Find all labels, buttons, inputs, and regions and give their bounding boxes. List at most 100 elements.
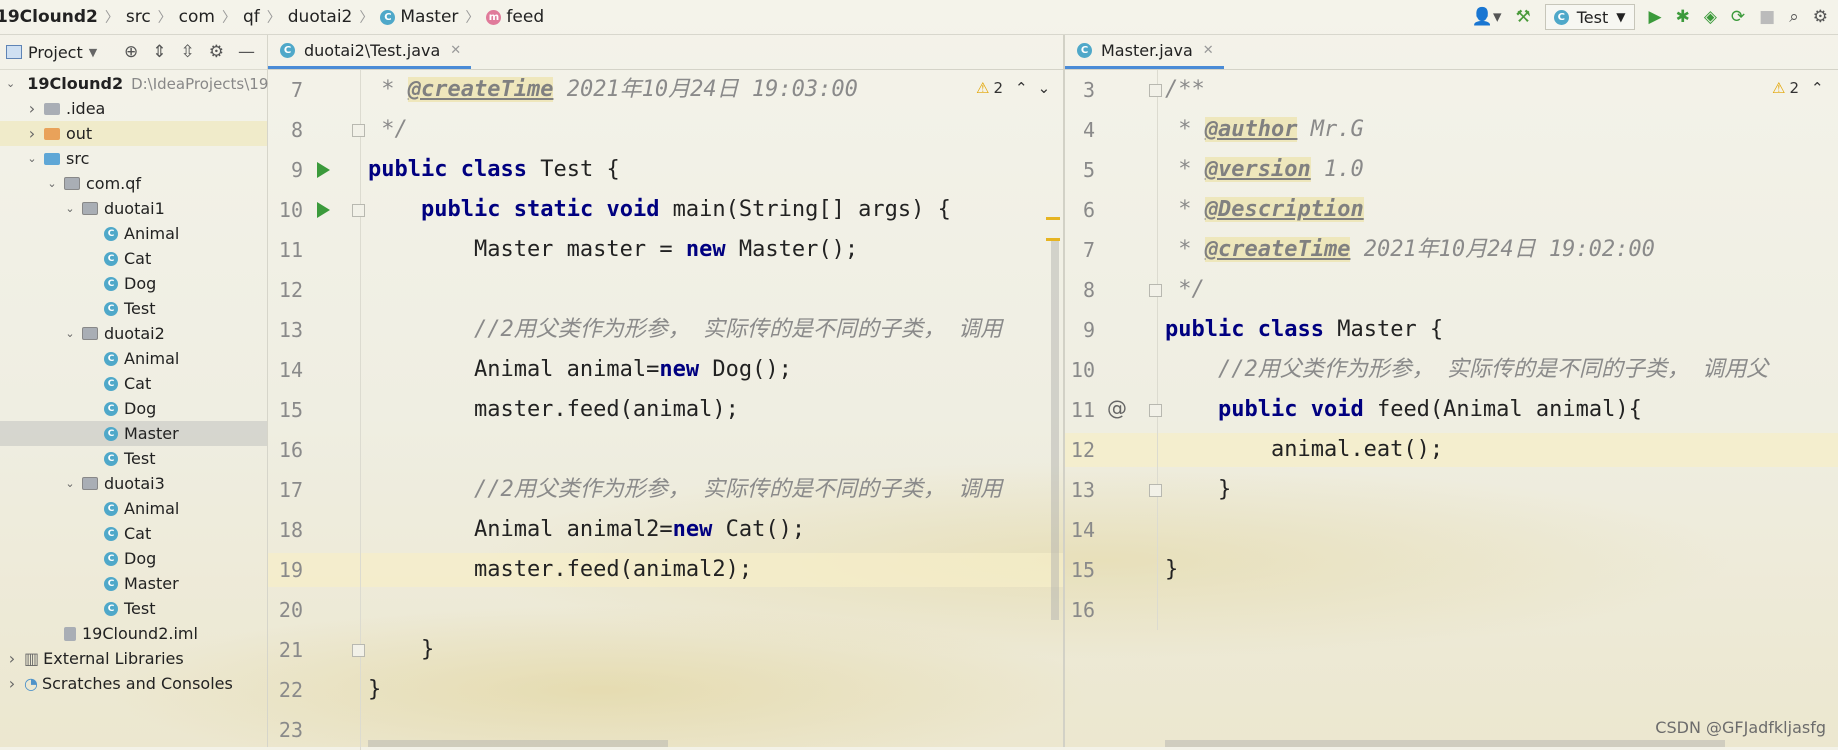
code-line[interactable]: Master master = new Master();	[368, 230, 1063, 270]
settings-icon[interactable]: ⚙	[1813, 7, 1828, 27]
tree-node[interactable]: C Animal	[0, 496, 267, 521]
fold-marker-icon[interactable]	[1149, 84, 1162, 97]
code-line[interactable]: * @createTime 2021年10月24日 19:02:00	[1165, 230, 1838, 270]
code-line[interactable]: /**	[1165, 70, 1838, 110]
chevron-right-icon[interactable]: ›	[6, 649, 18, 668]
code-line[interactable]	[368, 270, 1063, 310]
code-line[interactable]: * @Description	[1165, 190, 1838, 230]
tree-node[interactable]: C Cat	[0, 246, 267, 271]
project-panel-title[interactable]: Project	[28, 43, 83, 62]
run-gutter-icon[interactable]	[317, 162, 330, 178]
editor-tab-master[interactable]: C Master.java ✕	[1065, 35, 1224, 69]
coverage-icon[interactable]: ◈	[1704, 7, 1717, 27]
code-line[interactable]: master.feed(animal);	[368, 390, 1063, 430]
chevron-right-icon[interactable]: ›	[26, 99, 38, 118]
vertical-scrollbar[interactable]	[1051, 240, 1059, 620]
code-line[interactable]	[1165, 590, 1838, 630]
run-configuration-select[interactable]: C Test ▼	[1544, 4, 1635, 30]
tree-node[interactable]: C Test	[0, 296, 267, 321]
tree-node[interactable]: ⌄ 19Clound2 D:\IdeaProjects\19	[0, 71, 268, 96]
tree-node[interactable]: ⌄ duotai3	[0, 471, 267, 496]
code-line[interactable]: animal.eat();	[1165, 430, 1838, 470]
code-line[interactable]: Animal animal2=new Cat();	[368, 510, 1063, 550]
tree-node[interactable]: › ▥ External Libraries	[0, 646, 267, 671]
error-stripe-marker[interactable]	[1046, 238, 1060, 241]
chevron-down-icon[interactable]: ⌄	[6, 77, 15, 90]
tree-node[interactable]: C Animal	[0, 346, 267, 371]
chevron-down-icon[interactable]: ▼	[89, 46, 97, 59]
fold-marker-icon[interactable]	[352, 124, 365, 137]
code-line[interactable]: public class Master {	[1165, 310, 1838, 350]
code-line[interactable]: public void feed(Animal animal){	[1165, 390, 1838, 430]
code-line[interactable]: */	[368, 110, 1063, 150]
error-stripe-marker[interactable]	[1046, 217, 1060, 220]
code-line[interactable]	[368, 590, 1063, 630]
code-line[interactable]: //2用父类作为形参， 实际传的是不同的子类， 调用父	[1165, 350, 1838, 390]
code-line[interactable]: }	[368, 630, 1063, 670]
fold-marker-icon[interactable]	[1149, 404, 1162, 417]
code-line[interactable]: * @version 1.0	[1165, 150, 1838, 190]
tree-node[interactable]: C Test	[0, 446, 267, 471]
tree-node[interactable]: C Master	[0, 421, 267, 446]
debug-icon[interactable]: ✱	[1676, 7, 1690, 27]
tree-node[interactable]: ⌄ com.qf	[0, 171, 267, 196]
editor-tab-test[interactable]: C duotai2\Test.java ✕	[268, 35, 472, 69]
code-line[interactable]	[368, 430, 1063, 470]
code-line[interactable]: * @createTime 2021年10月24日 19:03:00	[368, 70, 1063, 110]
tree-node[interactable]: C Cat	[0, 371, 267, 396]
collapse-all-icon[interactable]: ⇳	[181, 42, 195, 62]
tree-node[interactable]: › out	[0, 121, 267, 146]
tree-node[interactable]: › ◔ Scratches and Consoles	[0, 671, 267, 696]
chevron-down-icon[interactable]: ⌄	[46, 177, 58, 190]
close-icon[interactable]: ✕	[450, 43, 461, 58]
chevron-right-icon[interactable]: ›	[26, 124, 38, 143]
breadcrumb-item[interactable]: com	[179, 7, 215, 27]
code-line[interactable]: //2用父类作为形参， 实际传的是不同的子类， 调用	[368, 310, 1063, 350]
breadcrumb-item[interactable]: duotai2	[288, 7, 353, 27]
implemented-icon[interactable]: @	[1107, 396, 1127, 420]
code-line[interactable]: //2用父类作为形参， 实际传的是不同的子类， 调用	[368, 470, 1063, 510]
code-line[interactable]: * @author Mr.G	[1165, 110, 1838, 150]
tree-node[interactable]: ⌄ duotai1	[0, 196, 267, 221]
run-gutter-icon[interactable]	[317, 202, 330, 218]
chevron-down-icon[interactable]: ⌄	[64, 327, 76, 340]
fold-marker-icon[interactable]	[1149, 284, 1162, 297]
code-line[interactable]: }	[1165, 470, 1838, 510]
chevron-down-icon[interactable]: ⌄	[26, 152, 38, 165]
breadcrumb-item[interactable]: src	[126, 7, 151, 27]
chevron-down-icon[interactable]: ⌄	[64, 202, 76, 215]
code-line[interactable]: }	[1165, 550, 1838, 590]
tree-node[interactable]: ⌄ src	[0, 146, 267, 171]
tree-node[interactable]: 19Clound2.iml	[0, 621, 267, 646]
stop-icon[interactable]: ■	[1759, 7, 1775, 27]
code-line[interactable]: */	[1165, 270, 1838, 310]
code-line[interactable]: public static void main(String[] args) {	[368, 190, 1063, 230]
user-icon[interactable]: 👤▾	[1472, 7, 1502, 27]
close-icon[interactable]: ✕	[1203, 43, 1214, 58]
locate-icon[interactable]: ⊕	[124, 42, 138, 62]
search-icon[interactable]: ⌕	[1789, 7, 1799, 27]
code-line[interactable]: master.feed(animal2);	[368, 550, 1063, 590]
code-line[interactable]: public class Test {	[368, 150, 1063, 190]
breadcrumb-item[interactable]: qf	[243, 7, 260, 27]
run-icon[interactable]: ▶	[1649, 7, 1662, 27]
chevron-down-icon[interactable]: ⌄	[64, 477, 76, 490]
profile-icon[interactable]: ⟳	[1731, 7, 1745, 27]
breadcrumb-item[interactable]: feed	[506, 7, 544, 27]
tree-node[interactable]: C Animal	[0, 221, 267, 246]
tree-node[interactable]: › .idea	[0, 96, 267, 121]
tree-node[interactable]: C Master	[0, 571, 267, 596]
fold-marker-icon[interactable]	[1149, 484, 1162, 497]
tree-node[interactable]: C Dog	[0, 546, 267, 571]
tree-node[interactable]: C Cat	[0, 521, 267, 546]
chevron-right-icon[interactable]: ›	[6, 674, 18, 693]
breadcrumb-item[interactable]: 19Clound2	[0, 7, 98, 27]
fold-marker-icon[interactable]	[352, 204, 365, 217]
breadcrumb-item[interactable]: Master	[400, 7, 458, 27]
tree-node[interactable]: ⌄ duotai2	[0, 321, 267, 346]
hammer-icon[interactable]: ⚒	[1516, 7, 1531, 27]
gear-icon[interactable]: ⚙	[209, 42, 224, 62]
tree-node[interactable]: C Test	[0, 596, 267, 621]
minimize-icon[interactable]: —	[238, 42, 255, 62]
tree-node[interactable]: C Dog	[0, 396, 267, 421]
